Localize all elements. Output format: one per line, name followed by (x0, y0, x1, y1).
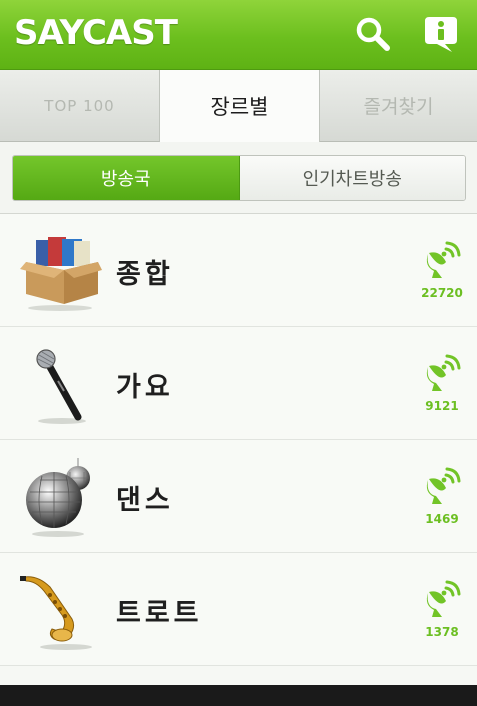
segment-bar: 방송국 인기차트방송 (0, 142, 477, 214)
genre-label: 트로트 (116, 598, 203, 629)
broadcast-antenna-icon (426, 354, 461, 391)
listener-count: 22720 (421, 286, 463, 300)
genre-row-kpop[interactable]: 가요 9121 (0, 327, 477, 440)
search-icon (356, 17, 390, 51)
category-tabs: TOP 100 장르별 즐겨찾기 (0, 70, 477, 142)
genre-row-dance[interactable]: 댄스 1469 (0, 440, 477, 553)
app-logo: SAYCAST (14, 13, 178, 53)
cd-box-icon (20, 237, 102, 311)
segment-popular-chart[interactable]: 인기차트방송 (239, 156, 465, 200)
listener-count: 9121 (425, 399, 459, 413)
tab-top100[interactable]: TOP 100 (0, 70, 160, 142)
search-button[interactable] (353, 14, 393, 54)
segment-control: 방송국 인기차트방송 (12, 155, 466, 201)
genre-label: 종합 (116, 259, 174, 290)
genre-label: 댄스 (116, 485, 174, 516)
genre-row-trot[interactable]: 트로트 1378 (0, 553, 477, 666)
microphone-icon (36, 349, 86, 424)
info-icon (425, 17, 457, 52)
segment-broadcaster[interactable]: 방송국 (13, 156, 240, 200)
genre-list: 종합 22720 가요 9121 댄스 1469 트로트 1378 (0, 214, 477, 666)
genre-row-general[interactable]: 종합 22720 (0, 214, 477, 327)
broadcast-antenna-icon (426, 467, 461, 504)
tab-favorites[interactable]: 즐겨찾기 (320, 70, 477, 142)
broadcast-antenna-icon (426, 241, 461, 278)
broadcast-antenna-icon (426, 580, 461, 617)
listener-count: 1469 (425, 512, 459, 526)
info-button[interactable] (421, 14, 461, 54)
app-header: SAYCAST (0, 0, 477, 70)
disco-ball-icon (26, 458, 90, 537)
saxophone-icon (20, 576, 92, 650)
genre-label: 가요 (116, 372, 174, 403)
bottom-edge (0, 685, 477, 706)
tab-genre[interactable]: 장르별 (160, 70, 320, 142)
listener-count: 1378 (425, 625, 459, 639)
